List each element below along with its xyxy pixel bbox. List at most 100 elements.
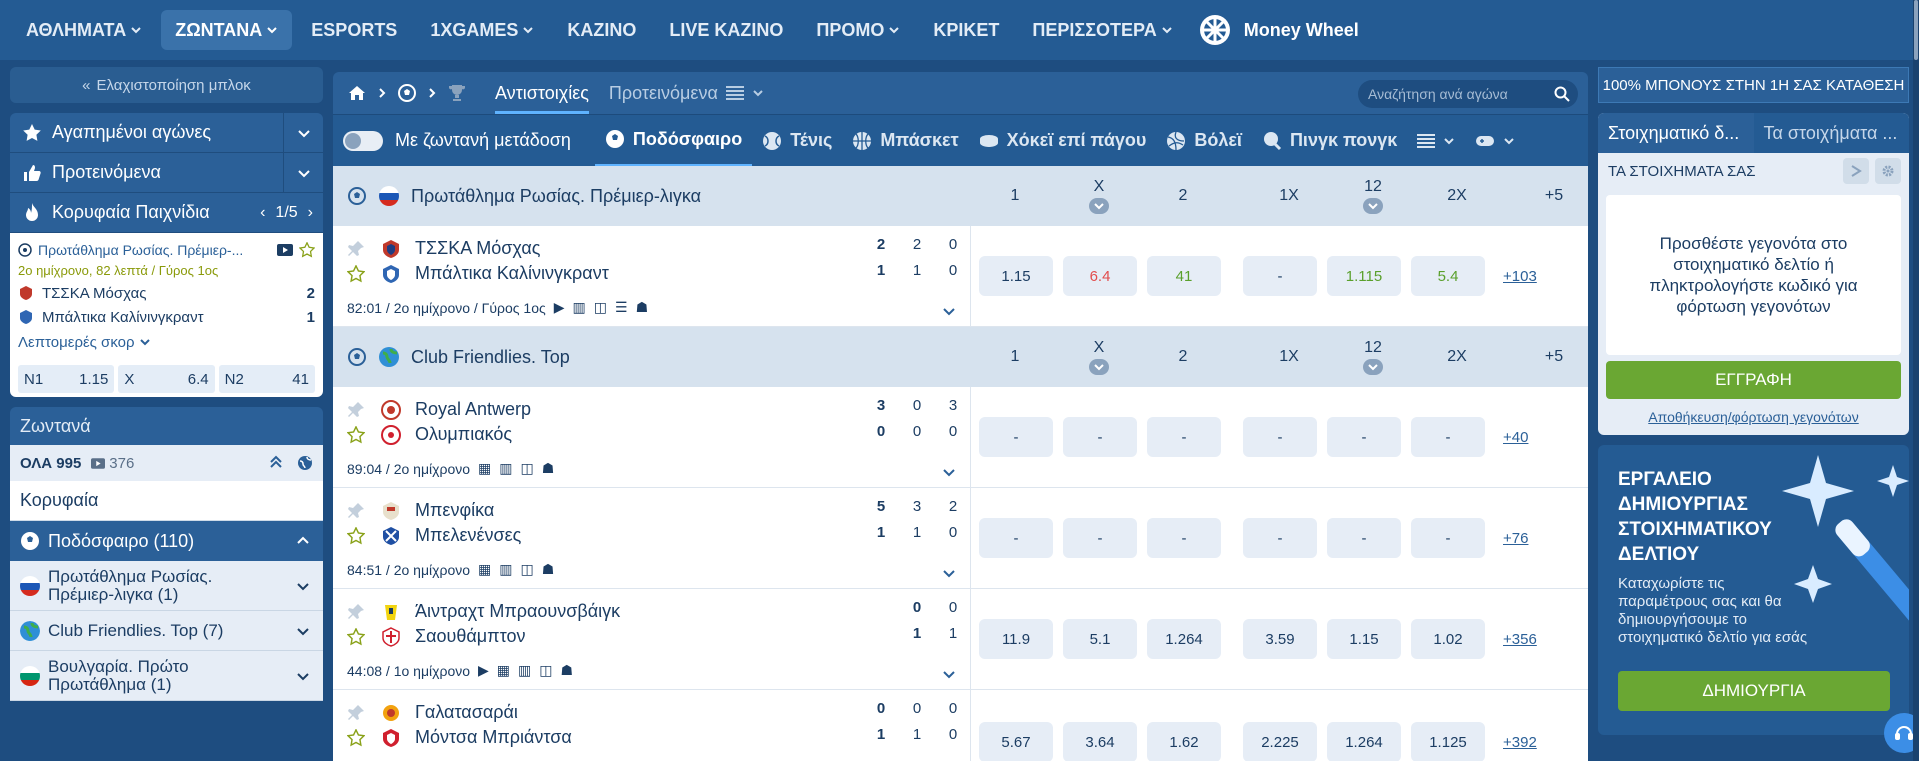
sidebar-item-top-games[interactable]: Κορυφαία Παιχνίδια ‹ 1/5 ›: [10, 193, 323, 233]
field-icon[interactable]: ▦: [497, 662, 510, 679]
chevron-up-icon[interactable]: [283, 534, 323, 548]
odd-2[interactable]: -: [1147, 417, 1221, 457]
nav-casino[interactable]: ΚΑΖΙΝΟ: [553, 10, 650, 50]
lineup-icon[interactable]: ☗: [636, 299, 649, 316]
globe-icon[interactable]: [297, 455, 313, 471]
odd-2x[interactable]: 5.4: [1411, 256, 1485, 296]
create-button[interactable]: ΔΗΜΙΟΥΡΓΙΑ: [1618, 671, 1890, 711]
odd-2[interactable]: 1.264: [1147, 619, 1221, 659]
odd-button[interactable]: X 6.4: [118, 365, 215, 393]
chevron-down-icon[interactable]: [283, 561, 323, 610]
video-icon[interactable]: [277, 244, 293, 256]
tab-matches[interactable]: Αντιστοιχίες: [495, 72, 589, 114]
odd-1x[interactable]: -: [1243, 417, 1317, 457]
odd-2x[interactable]: 1.02: [1411, 619, 1485, 659]
odd-2[interactable]: -: [1147, 518, 1221, 558]
odd-2x[interactable]: -: [1411, 417, 1485, 457]
nav-sports[interactable]: ΑΘΛΗΜΑΤΑ: [12, 10, 156, 50]
odd-1x[interactable]: 2.225: [1243, 722, 1317, 761]
video-icon[interactable]: ▶: [478, 662, 489, 679]
chevron-right-icon[interactable]: ›: [308, 204, 313, 222]
odd-button[interactable]: N2 41: [218, 365, 315, 393]
lineup-icon[interactable]: ☗: [561, 662, 574, 679]
sidebar-league-club-friendlies[interactable]: Club Friendlies. Top (7): [10, 611, 323, 651]
nav-live-casino[interactable]: LIVE ΚΑΖΙΝΟ: [655, 10, 797, 50]
odd-1[interactable]: 5.67: [979, 722, 1053, 761]
odd-1x[interactable]: -: [1243, 256, 1317, 296]
tab-recommended[interactable]: Προτεινόμενα: [609, 83, 764, 104]
football-icon[interactable]: [397, 83, 417, 103]
match-search-input[interactable]: Αναζήτηση ανά αγώνα: [1358, 80, 1578, 108]
match-row[interactable]: ΤΣΣΚΑ Μόσχας Μπάλτικα Καλίνινγκραντ 220 …: [333, 226, 1588, 327]
chevron-down-icon[interactable]: [283, 153, 323, 192]
odd-2[interactable]: 41: [1147, 256, 1221, 296]
sidebar-item-recommended[interactable]: Προτεινόμενα: [10, 153, 323, 193]
match-row[interactable]: Γαλατασαράι Μόντσα Μπριάντσα 0 0 0 1 1 0 5.6…: [333, 690, 1588, 761]
page-scrollbar[interactable]: [1913, 0, 1919, 761]
odd-1[interactable]: 11.9: [979, 619, 1053, 659]
double-chevron-up-icon[interactable]: [269, 455, 283, 469]
chevron-down-icon[interactable]: [1089, 198, 1109, 214]
tab-my-bets[interactable]: Τα στοιχήματα ...: [1753, 113, 1909, 153]
column-header[interactable]: X: [1057, 166, 1141, 226]
more-markets-link[interactable]: +392: [1503, 734, 1537, 751]
collapse-block-button[interactable]: « Ελαχιστοποίηση μπλοκ: [10, 67, 323, 103]
odd-1[interactable]: -: [979, 417, 1053, 457]
chart-icon[interactable]: ◫: [539, 662, 552, 679]
chevron-down-icon[interactable]: [1363, 359, 1383, 375]
chevron-down-icon[interactable]: [942, 304, 956, 318]
home-icon[interactable]: [347, 83, 367, 103]
star-outline-icon[interactable]: [299, 242, 315, 258]
field-icon[interactable]: ▦: [478, 561, 491, 578]
odd-x[interactable]: -: [1063, 518, 1137, 558]
chevron-down-icon[interactable]: [1363, 198, 1383, 214]
odd-x[interactable]: 5.1: [1063, 619, 1137, 659]
nav-esports[interactable]: ESPORTS: [297, 10, 411, 50]
more-markets-link[interactable]: +356: [1503, 631, 1537, 648]
tab-bet-slip[interactable]: Στοιχηματικό δ...: [1598, 113, 1754, 153]
nav-more[interactable]: ΠΕΡΙΣΣΟΤΕΡΑ: [1018, 10, 1186, 50]
match-row[interactable]: Άιντραχτ Μπραουνσβάιγκ Σαουθάμπτον 00 11…: [333, 589, 1588, 690]
more-markets-link[interactable]: +40: [1503, 429, 1528, 446]
nav-live[interactable]: ΖΩΝΤΑΝΑ: [161, 10, 293, 50]
list-icon[interactable]: ☰: [615, 299, 628, 316]
gear-icon[interactable]: [1875, 158, 1901, 184]
live-stream-toggle[interactable]: [343, 130, 383, 151]
chart-icon[interactable]: ◫: [594, 299, 607, 316]
pin-icon[interactable]: [347, 603, 367, 621]
odd-2x[interactable]: 1.125: [1411, 722, 1485, 761]
pin-icon[interactable]: [347, 401, 367, 419]
nav-promo[interactable]: ΠΡΟΜΟ: [802, 10, 914, 50]
stats-icon[interactable]: ▥: [518, 662, 531, 679]
odd-1x[interactable]: -: [1243, 518, 1317, 558]
register-button[interactable]: ΕΓΓΡΑΦΗ: [1606, 361, 1901, 399]
chevron-down-icon[interactable]: [942, 465, 956, 479]
column-header[interactable]: X: [1057, 327, 1141, 387]
chevron-down-icon[interactable]: [283, 113, 323, 152]
lineup-icon[interactable]: ☗: [542, 561, 555, 578]
sport-tab-tennis[interactable]: Τένις: [752, 115, 842, 167]
sidebar-league-bulgaria[interactable]: Βουλγαρία. Πρώτο Πρωτάθλημα (1): [10, 651, 323, 701]
chevron-left-icon[interactable]: ‹: [260, 204, 265, 222]
search-icon[interactable]: [1554, 86, 1570, 102]
match-row[interactable]: Μπενφίκα Μπελενένσες 5 3 2 1 1 0 84:51 / 2ο …: [333, 488, 1588, 589]
sidebar-item-favorites[interactable]: Αγαπημένοι αγώνες: [10, 113, 323, 153]
bonus-banner[interactable]: 100% ΜΠΟΝΟΥΣ ΣΤΗΝ 1Η ΣΑΣ ΚΑΤΑΘΕΣΗ: [1598, 67, 1909, 103]
odd-button[interactable]: N1 1.15: [18, 365, 115, 393]
odd-x[interactable]: 3.64: [1063, 722, 1137, 761]
money-wheel-link[interactable]: Money Wheel: [1198, 13, 1359, 47]
trophy-icon[interactable]: [447, 83, 467, 103]
field-icon[interactable]: ▦: [478, 460, 491, 477]
odd-x[interactable]: -: [1063, 417, 1137, 457]
odd-12[interactable]: 1.115: [1327, 256, 1401, 296]
lineup-icon[interactable]: ☗: [542, 460, 555, 477]
pin-icon[interactable]: [347, 704, 367, 722]
odd-1x[interactable]: 3.59: [1243, 619, 1317, 659]
all-live-filter[interactable]: ΟΛΑ 995 376: [10, 445, 323, 481]
star-outline-icon[interactable]: [347, 627, 367, 646]
odd-12[interactable]: -: [1327, 518, 1401, 558]
star-outline-icon[interactable]: [347, 728, 367, 747]
sidebar-item-football[interactable]: Ποδόσφαιρο (110): [10, 521, 323, 561]
gamepad-button[interactable]: [1465, 115, 1525, 167]
match-row[interactable]: Royal Antwerp Ολυμπιακός 3 0 3 0 0 0 89:04 /…: [333, 387, 1588, 488]
